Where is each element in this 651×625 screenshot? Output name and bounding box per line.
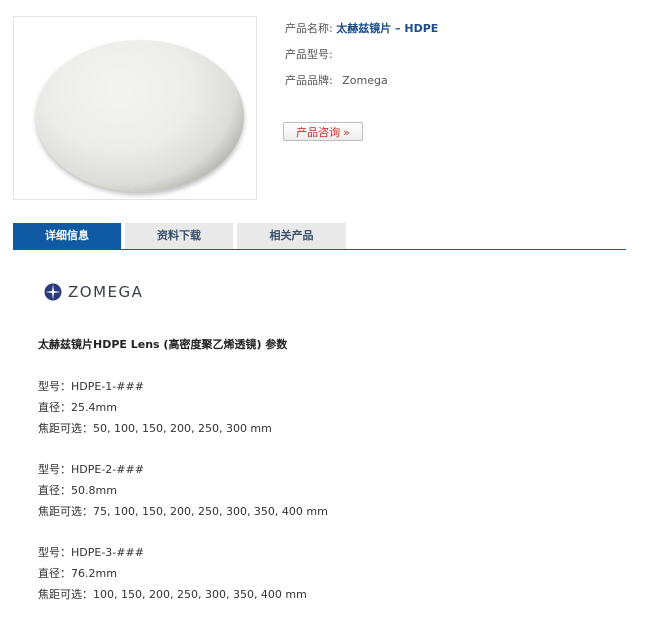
- spec-diameter: 直径：76.2mm: [38, 567, 117, 580]
- product-details-content: 太赫兹镜片HDPE Lens (高密度聚乙烯透镜) 参数 型号：HDPE-1-#…: [38, 336, 618, 625]
- spec-model: 型号：HDPE-3-###: [38, 546, 144, 559]
- consult-button-label: 产品咨询: [296, 126, 341, 139]
- product-brand-value: Zomega: [342, 74, 388, 87]
- product-model-label: 产品型号:: [285, 48, 333, 61]
- spec-block: 型号：HDPE-3-### 直径：76.2mm 焦距可选：100, 150, 2…: [38, 542, 618, 605]
- tab-details[interactable]: 详细信息: [13, 223, 121, 249]
- tab-downloads[interactable]: 资料下载: [125, 223, 233, 249]
- spec-diameter: 直径：50.8mm: [38, 484, 117, 497]
- spec-diameter: 直径：25.4mm: [38, 401, 117, 414]
- tab-related-products[interactable]: 相关产品: [237, 223, 346, 249]
- spec-model: 型号：HDPE-1-###: [38, 380, 144, 393]
- details-heading: 太赫兹镜片HDPE Lens (高密度聚乙烯透镜) 参数: [38, 338, 288, 351]
- tab-underline: [13, 249, 626, 250]
- product-brand-label: 产品品牌:: [285, 74, 333, 87]
- product-name-value: 太赫兹镜片 – HDPE: [336, 22, 439, 35]
- product-model-row: 产品型号:: [285, 46, 635, 72]
- spec-focal-options: 焦距可选：100, 150, 200, 250, 300, 350, 400 m…: [38, 588, 307, 601]
- zomega-logo-mark-icon: [44, 283, 62, 301]
- spec-focal-options: 焦距可选：50, 100, 150, 200, 250, 300 mm: [38, 422, 272, 435]
- product-name-label: 产品名称:: [285, 22, 333, 35]
- spec-model: 型号：HDPE-2-###: [38, 463, 144, 476]
- product-consult-button[interactable]: 产品咨询»: [283, 122, 363, 141]
- product-image-hdpe-lens[interactable]: [36, 40, 244, 192]
- product-info: 产品名称: 太赫兹镜片 – HDPE 产品型号: 产品品牌: Zomega: [285, 20, 635, 98]
- zomega-logo-text: ZOMEGA: [68, 283, 144, 301]
- zomega-logo: ZOMEGA: [44, 282, 174, 302]
- spec-block: 型号：HDPE-1-### 直径：25.4mm 焦距可选：50, 100, 15…: [38, 376, 618, 439]
- product-brand-row: 产品品牌: Zomega: [285, 72, 635, 98]
- double-chevron-right-icon: »: [343, 126, 350, 139]
- spec-block: 型号：HDPE-2-### 直径：50.8mm 焦距可选：75, 100, 15…: [38, 459, 618, 522]
- product-image-frame: [13, 16, 257, 200]
- spec-focal-options: 焦距可选：75, 100, 150, 200, 250, 300, 350, 4…: [38, 505, 328, 518]
- product-name-row: 产品名称: 太赫兹镜片 – HDPE: [285, 20, 635, 46]
